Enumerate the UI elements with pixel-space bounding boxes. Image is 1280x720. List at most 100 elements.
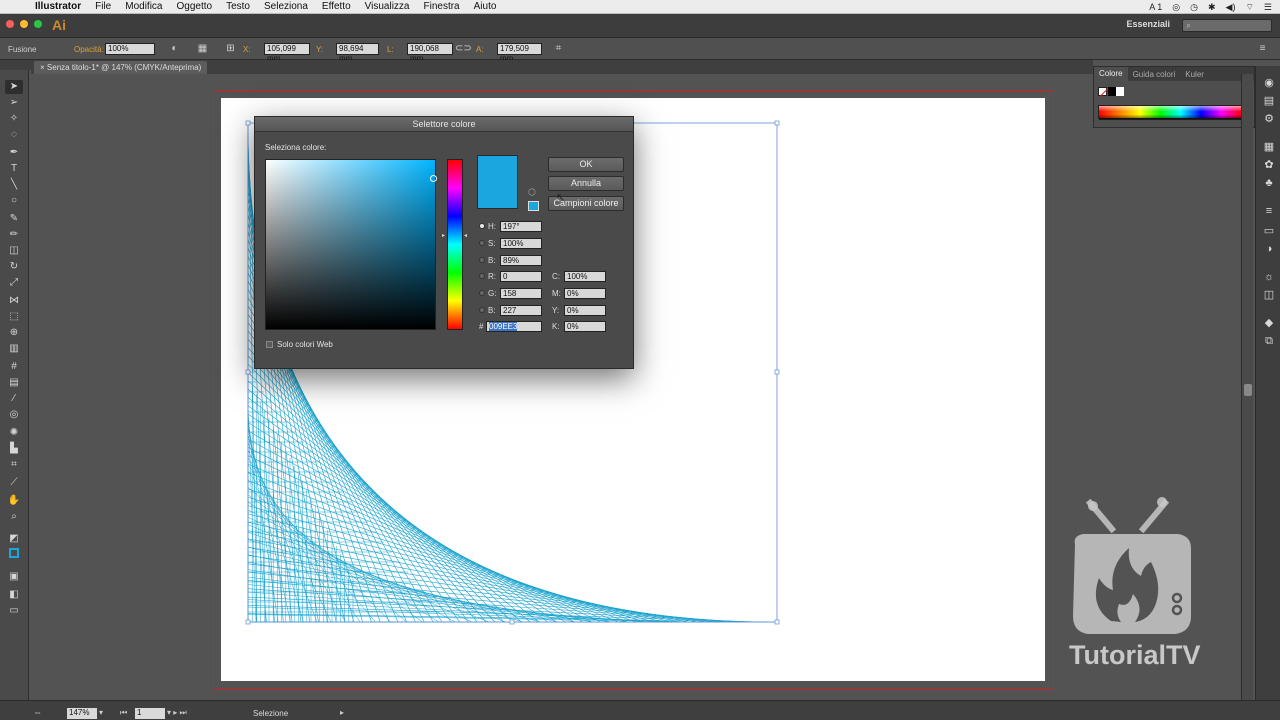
yellow-label: Y:: [552, 306, 560, 315]
cyan-input[interactable]: 100%: [564, 271, 606, 282]
handle-middle-right[interactable]: [774, 369, 780, 375]
magenta-label: M:: [552, 289, 561, 298]
first-artboard-icon[interactable]: ⏮: [120, 708, 127, 718]
dialog-title: Selettore colore: [255, 117, 633, 132]
ok-button[interactable]: OK: [548, 157, 624, 172]
status-settings-icon[interactable]: ⇔: [33, 707, 42, 717]
appearance-icon[interactable]: ☼: [1261, 270, 1277, 284]
kuler-icon[interactable]: ⚙: [1261, 112, 1277, 126]
current-tool-label: Selezione: [253, 709, 289, 718]
web-colors-only-checkbox[interactable]: [266, 341, 273, 348]
green-label: G:: [488, 289, 497, 298]
mesh-line: [247, 605, 760, 623]
layers-icon[interactable]: ◆: [1261, 316, 1277, 330]
magenta-row: M: 0%: [552, 288, 612, 299]
symbols-icon[interactable]: ♣: [1261, 176, 1277, 190]
red-row: R: 0: [479, 271, 549, 282]
artboard-number-field[interactable]: 1: [135, 708, 165, 719]
status-menu-icon[interactable]: ▸: [340, 708, 344, 717]
hex-label: #: [479, 322, 484, 331]
vertical-scroll-thumb[interactable]: [1244, 384, 1252, 396]
magenta-input[interactable]: 0%: [564, 288, 606, 299]
color-spectrum-bar[interactable]: [1098, 105, 1243, 120]
hue-label: H:: [488, 222, 496, 231]
hue-slider-left-arrow[interactable]: ▸: [442, 232, 445, 239]
tutorialtv-watermark: TutorialTV: [1069, 497, 1201, 670]
artboards-icon[interactable]: ⧉: [1261, 334, 1277, 348]
color-panel: Colore Guida colori Kuler: [1093, 66, 1255, 128]
antenna-right-tip: [1157, 497, 1167, 507]
blue-input[interactable]: 227: [500, 305, 542, 316]
next-artboard-icon[interactable]: ▾ ▸ ⏭: [167, 708, 187, 718]
color-panel-icon[interactable]: ◉: [1261, 76, 1277, 90]
brightness-input[interactable]: 89%: [500, 255, 542, 266]
transparency-icon[interactable]: ◑: [1261, 242, 1277, 256]
handle-top-right[interactable]: [774, 120, 780, 126]
yellow-row: Y: 0%: [552, 305, 612, 316]
saturation-row: S: 100%: [479, 238, 549, 249]
white-swatch[interactable]: [1116, 87, 1124, 96]
yellow-input[interactable]: 0%: [564, 305, 606, 316]
brightness-row: B: 89%: [479, 255, 549, 266]
saturation-input[interactable]: 100%: [500, 238, 542, 249]
black-label: K:: [552, 322, 560, 331]
hue-slider[interactable]: [447, 159, 463, 330]
mesh-line: [247, 588, 742, 623]
right-panel-dock: ◉ ▤ ⚙ ▦ ✿ ♣ ≡ ▭ ◑ ☼ ◫ ◆ ⧉: [1255, 66, 1280, 700]
color-panel-tabs: Colore Guida colori Kuler: [1094, 67, 1254, 81]
web-colors-only-label: Solo colori Web: [277, 340, 333, 349]
black-input[interactable]: 0%: [564, 321, 606, 332]
handle-bottom-middle[interactable]: [509, 619, 515, 625]
hue-row: H: 197°: [479, 221, 549, 232]
zoom-level-field[interactable]: 147%: [67, 708, 97, 719]
hex-row: # 009EE3: [479, 321, 549, 332]
red-radio[interactable]: [479, 273, 485, 279]
saturation-brightness-field[interactable]: [265, 159, 437, 330]
brightness-radio[interactable]: [479, 257, 485, 263]
blue-row: B: 227: [479, 305, 549, 316]
hex-input[interactable]: 009EE3: [486, 321, 542, 332]
tab-guida-colori[interactable]: Guida colori: [1128, 70, 1181, 79]
color-field-cursor[interactable]: [430, 175, 437, 182]
blue-radio[interactable]: [479, 307, 485, 313]
handle-bottom-left[interactable]: [245, 619, 251, 625]
handle-bottom-right[interactable]: [774, 619, 780, 625]
cyan-row: C: 100%: [552, 271, 612, 282]
stroke-icon[interactable]: ≡: [1261, 204, 1277, 218]
saturation-radio[interactable]: [479, 240, 485, 246]
black-row: K: 0%: [552, 321, 612, 332]
vertical-scrollbar[interactable]: [1241, 74, 1253, 700]
hue-radio[interactable]: [479, 223, 485, 229]
zoom-dropdown-icon[interactable]: ▾: [99, 708, 103, 717]
cancel-button[interactable]: Annulla: [548, 176, 624, 191]
mesh-line: [247, 613, 769, 623]
color-guide-icon[interactable]: ▤: [1261, 94, 1277, 108]
tab-kuler[interactable]: Kuler: [1180, 70, 1209, 79]
watermark-text: TutorialTV: [1069, 640, 1201, 670]
green-input[interactable]: 158: [500, 288, 542, 299]
handle-middle-left[interactable]: [245, 369, 251, 375]
tab-colore[interactable]: Colore: [1094, 67, 1128, 81]
antenna-left-tip: [1088, 501, 1098, 511]
hue-input[interactable]: 197°: [500, 221, 542, 232]
cyan-label: C:: [552, 272, 560, 281]
green-radio[interactable]: [479, 290, 485, 296]
select-color-label: Seleziona colore:: [265, 143, 327, 152]
current-color-swatch: [477, 155, 518, 209]
mouse-pointer-icon: ↖: [556, 192, 566, 204]
saturation-label: S:: [488, 239, 496, 248]
swatches-icon[interactable]: ▦: [1261, 140, 1277, 154]
graphic-styles-icon[interactable]: ◫: [1261, 288, 1277, 302]
out-of-gamut-icon[interactable]: ⬡: [528, 187, 536, 198]
black-swatch[interactable]: [1108, 87, 1116, 96]
brightness-label: B:: [488, 256, 496, 265]
none-swatch-icon[interactable]: [1098, 87, 1109, 98]
brushes-icon[interactable]: ✿: [1261, 158, 1277, 172]
handle-top-left[interactable]: [245, 120, 251, 126]
green-row: G: 158: [479, 288, 549, 299]
red-input[interactable]: 0: [500, 271, 542, 282]
hue-slider-right-arrow[interactable]: ◂: [464, 232, 467, 239]
web-safe-color-swatch[interactable]: [528, 201, 539, 211]
gradient-icon[interactable]: ▭: [1261, 224, 1277, 238]
status-bar: ⇔ 147% ▾ ⏮ 1 ▾ ▸ ⏭ Selezione ▸: [0, 700, 1280, 720]
